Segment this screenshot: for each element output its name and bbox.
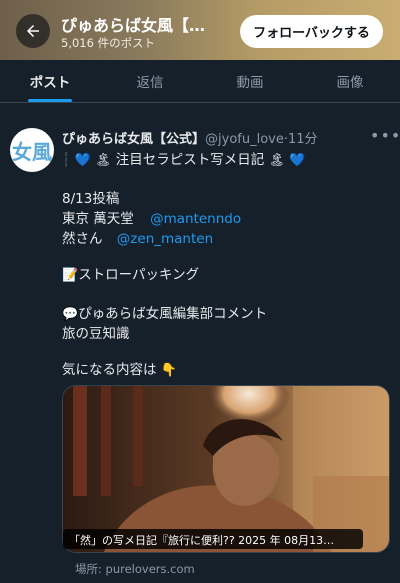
tweet-topic-line: 📝ストローパッキング bbox=[62, 263, 199, 283]
tweet-person-line: 然さん @zen_manten bbox=[62, 231, 214, 247]
back-button[interactable] bbox=[16, 14, 50, 48]
tweet-date: 8/13投稿 bbox=[62, 191, 120, 207]
active-tab-indicator bbox=[28, 99, 72, 102]
tweet-topic: ストローパッキング bbox=[78, 267, 200, 283]
media-caption[interactable]: 「然」の写メ日記『旅行に便利?? 2025 年 08月13… bbox=[63, 529, 363, 549]
profile-header: ぴゅあらば女風【… 5,016 件のポスト フォローバックする bbox=[0, 0, 400, 60]
tab-label: 動画 bbox=[236, 75, 264, 91]
link-card-image[interactable] bbox=[62, 385, 390, 553]
tweet-comment-label: ぴゅあらば女風編集部コメント bbox=[78, 306, 268, 322]
island-emoji: 🏝 bbox=[94, 153, 112, 168]
pointing-down-emoji: 👇 bbox=[160, 363, 177, 378]
blue-heart-emoji: 💙 bbox=[289, 153, 306, 168]
island-emoji: 🏝 bbox=[268, 153, 286, 168]
tweet-header: ぴゅあらば女風【公式】@jyofu_love·11分 bbox=[62, 132, 318, 147]
tweet-comment-text: 旅の豆知識 bbox=[62, 326, 130, 342]
link-source[interactable]: 場所: purelovers.com bbox=[75, 561, 195, 577]
memo-emoji: 📝 bbox=[62, 268, 79, 283]
tweet-time[interactable]: 11分 bbox=[288, 132, 318, 147]
tab-label: 画像 bbox=[336, 75, 364, 91]
arrow-left-icon bbox=[27, 25, 39, 37]
post-count: 5,016 件のポスト bbox=[61, 36, 156, 50]
tab-posts[interactable]: ポスト bbox=[0, 60, 100, 102]
tweet-author-name[interactable]: ぴゅあらば女風【公式】 bbox=[62, 132, 205, 147]
tweet-heading: 注目セラピスト写メ日記 bbox=[115, 152, 265, 168]
follow-back-button[interactable]: フォローバックする bbox=[240, 15, 383, 48]
header-title: ぴゅあらば女風【… bbox=[61, 16, 206, 35]
tweet-comment-label-line: 💬ぴゅあらば女風編集部コメント bbox=[62, 302, 267, 322]
speech-bubble-emoji: 💬 bbox=[62, 307, 79, 322]
tab-images[interactable]: 画像 bbox=[300, 60, 400, 102]
tab-label: 返信 bbox=[136, 75, 164, 91]
tweet-heading-line: ┆ 💙 🏝 注目セラピスト写メ日記 🏝 💙 bbox=[62, 152, 306, 168]
tab-label: ポスト bbox=[29, 75, 71, 91]
photo-image bbox=[63, 386, 389, 552]
person-mention-link[interactable]: @zen_manten bbox=[117, 231, 213, 247]
avatar[interactable]: 女風 bbox=[10, 128, 54, 172]
more-dots-icon[interactable]: ••• bbox=[370, 126, 400, 145]
shop-mention-link[interactable]: @mantenndo bbox=[150, 211, 241, 227]
tweet-author-handle[interactable]: @jyofu_love bbox=[205, 132, 284, 147]
tweet-cta: 気になる内容は bbox=[62, 362, 157, 378]
profile-tabs: ポスト 返信 動画 画像 bbox=[0, 60, 400, 103]
tweet-shop-line: 東京 萬天堂 @mantenndo bbox=[62, 211, 242, 227]
tweet-cta-line: 気になる内容は 👇 bbox=[62, 358, 177, 378]
blue-heart-emoji: 💙 bbox=[74, 153, 91, 168]
tab-videos[interactable]: 動画 bbox=[200, 60, 300, 102]
tab-replies[interactable]: 返信 bbox=[100, 60, 200, 102]
